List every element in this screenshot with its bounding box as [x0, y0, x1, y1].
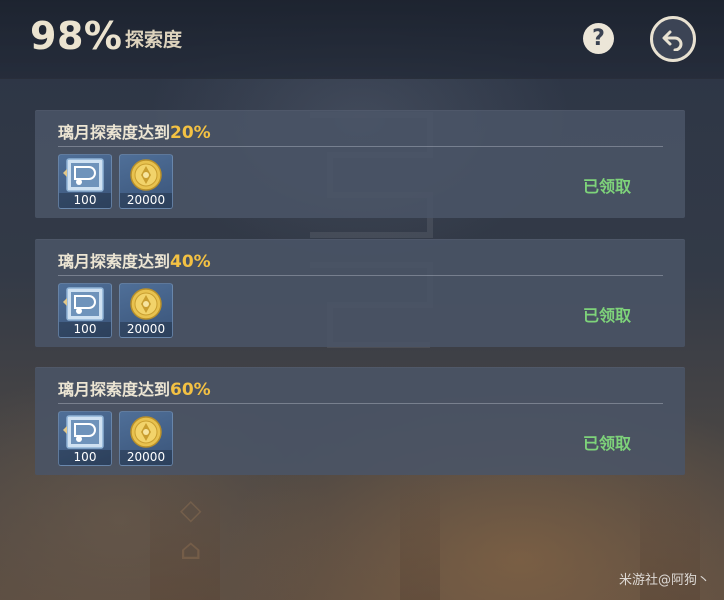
mora-coin-icon [130, 159, 162, 191]
reward-item-mora[interactable]: 20000 [119, 283, 173, 338]
mora-coin-icon [130, 416, 162, 448]
exploration-progress-label: 探索度 [125, 29, 183, 51]
reward-title-percent: 60% [170, 380, 211, 400]
watermark-text: 米游社@阿狗丶 [618, 573, 710, 588]
card-divider [58, 275, 663, 276]
reward-title-percent: 20% [170, 123, 211, 143]
question-mark-icon: ? [592, 26, 605, 51]
reward-card: 璃月探索度达到20% 100 20000 已领取 [35, 110, 685, 218]
book-of-knowledge-icon [63, 287, 104, 321]
reward-item-book[interactable]: 100 [58, 154, 112, 209]
reward-title-text: 璃月探索度达到 [58, 252, 171, 271]
reward-item-qty: 20000 [120, 450, 172, 465]
mora-coin-icon [130, 288, 162, 320]
reward-title-percent: 40% [170, 252, 211, 272]
reward-item-mora[interactable]: 20000 [119, 154, 173, 209]
reward-card: 璃月探索度达到40% 100 20000 已领取 [35, 239, 685, 347]
reward-item-qty: 20000 [120, 193, 172, 208]
top-bar: 98% 探索度 ? [0, 0, 724, 79]
claimed-status: 已领取 [583, 177, 632, 196]
card-divider [58, 146, 663, 147]
reward-item-qty: 100 [59, 450, 111, 465]
book-of-knowledge-icon [63, 158, 104, 192]
background-pillar [400, 470, 440, 600]
reward-item-mora[interactable]: 20000 [119, 411, 173, 466]
background-decoration: ◇ ⌂ [180, 493, 202, 566]
card-divider [58, 403, 663, 404]
reward-title-text: 璃月探索度达到 [58, 380, 171, 399]
return-arrow-icon [662, 30, 683, 51]
reward-item-book[interactable]: 100 [58, 411, 112, 466]
reward-item-qty: 100 [59, 322, 111, 337]
exploration-progress-value: 98% [30, 14, 123, 58]
book-of-knowledge-icon [63, 415, 104, 449]
claimed-status: 已领取 [583, 434, 632, 453]
back-button[interactable] [650, 16, 696, 62]
reward-card-title: 璃月探索度达到20% [58, 119, 211, 143]
reward-card-title: 璃月探索度达到40% [58, 248, 211, 272]
reward-card-title: 璃月探索度达到60% [58, 376, 211, 400]
reward-card: 璃月探索度达到60% 100 20000 已领取 [35, 367, 685, 475]
claimed-status: 已领取 [583, 306, 632, 325]
reward-item-qty: 20000 [120, 322, 172, 337]
reward-item-qty: 100 [59, 193, 111, 208]
reward-title-text: 璃月探索度达到 [58, 123, 171, 142]
reward-item-book[interactable]: 100 [58, 283, 112, 338]
help-button[interactable]: ? [583, 23, 614, 54]
